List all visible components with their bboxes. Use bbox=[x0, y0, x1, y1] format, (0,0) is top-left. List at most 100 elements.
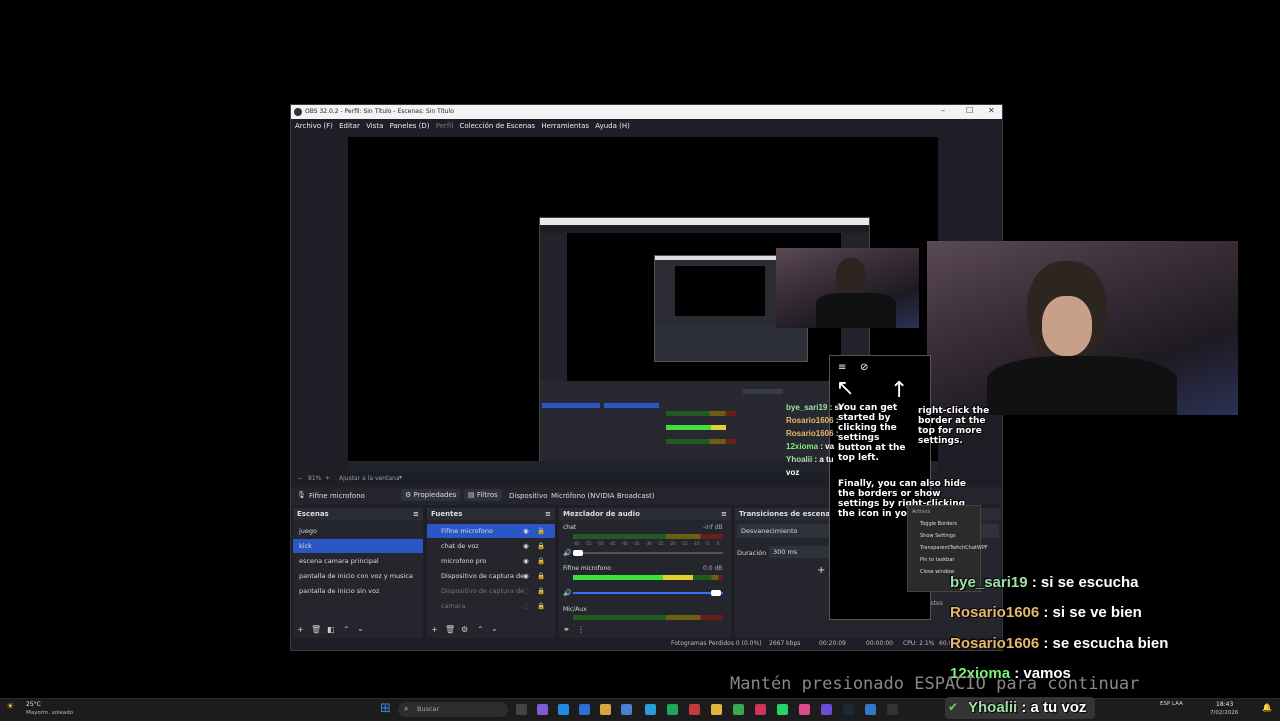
explorer-icon[interactable] bbox=[600, 704, 611, 715]
chat-msg: : si bbox=[827, 403, 842, 412]
minimize-icon[interactable]: – bbox=[941, 106, 945, 115]
scene-item[interactable]: pantalla de inicio sin voz bbox=[293, 584, 423, 598]
chat-user: Rosario1606 bbox=[786, 429, 834, 438]
chevron-up-icon[interactable]: ⌃ bbox=[477, 625, 484, 634]
steam-icon[interactable] bbox=[843, 704, 854, 715]
menu-coleccion[interactable]: Colección de Escenas bbox=[460, 122, 536, 130]
app-icon[interactable] bbox=[865, 704, 876, 715]
volume-slider[interactable] bbox=[573, 550, 723, 556]
device-select[interactable]: Micrófono (NVIDIA Broadcast) bbox=[551, 492, 655, 500]
source-item[interactable]: camara ◌ 🔒 bbox=[427, 599, 555, 613]
chevron-down-icon[interactable]: ⌄ bbox=[357, 624, 364, 633]
source-item[interactable]: Dispositivo de captura de ◉ 🔒 bbox=[427, 569, 555, 583]
ctx-pin[interactable]: Pin to taskbar bbox=[908, 554, 980, 566]
slider-handle[interactable] bbox=[573, 550, 583, 556]
trash-icon[interactable]: 🗑 bbox=[445, 625, 455, 634]
zoom-mode[interactable]: Ajustar a la ventana bbox=[339, 475, 400, 482]
lock-icon[interactable]: 🔒 bbox=[537, 557, 545, 565]
app-icon[interactable] bbox=[667, 704, 678, 715]
menu-perfil[interactable]: Perfil bbox=[436, 122, 454, 130]
source-item[interactable]: Fifine microfono ◉ 🔒 bbox=[427, 524, 555, 538]
menu-vista[interactable]: Vista bbox=[366, 122, 383, 130]
trash-icon[interactable]: 🗑 bbox=[311, 625, 321, 634]
menu-editar[interactable]: Editar bbox=[339, 122, 360, 130]
gear-icon[interactable]: ⚙ bbox=[461, 625, 468, 634]
filter-icon[interactable]: ◧ bbox=[327, 625, 335, 634]
lock-icon[interactable]: 🔒 bbox=[537, 527, 545, 535]
notification-icon[interactable]: 🔔 bbox=[1262, 703, 1272, 712]
source-item[interactable]: Dispositivo de captura de ◌ 🔒 bbox=[427, 584, 555, 598]
store-icon[interactable] bbox=[621, 704, 632, 715]
duration-input[interactable]: 300 ms bbox=[769, 546, 829, 558]
chevron-down-icon[interactable]: ⌄ bbox=[491, 624, 498, 633]
app-icon[interactable] bbox=[689, 704, 700, 715]
app-icon[interactable] bbox=[645, 704, 656, 715]
folder-icon[interactable] bbox=[711, 704, 722, 715]
person-face bbox=[1042, 296, 1092, 356]
settings-icon[interactable]: ⊘ bbox=[860, 362, 868, 373]
add-icon[interactable]: + bbox=[297, 625, 304, 634]
speaker-icon[interactable]: 🔊 bbox=[563, 549, 572, 557]
windows-start-icon[interactable]: ⊞ bbox=[380, 701, 391, 716]
clock-time[interactable]: 18:43 bbox=[1216, 701, 1233, 708]
eye-icon[interactable]: ◉ bbox=[523, 542, 529, 550]
menu-icon[interactable]: ≡ bbox=[838, 362, 846, 373]
dock-menu-icon[interactable]: ≡ bbox=[721, 510, 727, 518]
language-indicator[interactable]: ESP LAA bbox=[1160, 701, 1184, 707]
scene-item[interactable]: pantalla de inicio con voz y musica bbox=[293, 569, 423, 583]
app-icon[interactable] bbox=[821, 704, 832, 715]
link-icon[interactable]: ⚭ bbox=[563, 625, 570, 634]
ctx-toggle-borders[interactable]: Toggle Borders bbox=[908, 518, 980, 530]
zoom-out-icon[interactable]: − bbox=[297, 475, 302, 482]
app-icon[interactable] bbox=[799, 704, 810, 715]
app-icon[interactable] bbox=[755, 704, 766, 715]
volume-slider[interactable] bbox=[573, 590, 723, 596]
task-view-icon[interactable] bbox=[516, 704, 527, 715]
chrome-icon[interactable] bbox=[733, 704, 744, 715]
chat-line: bye_sari19 : si bbox=[786, 401, 846, 414]
chevron-down-icon[interactable]: ▾ bbox=[399, 474, 402, 481]
filters-button[interactable]: ▤ Filtros bbox=[464, 489, 502, 501]
lock-icon[interactable]: 🔒 bbox=[537, 587, 545, 595]
dock-menu-icon[interactable]: ≡ bbox=[413, 510, 419, 518]
source-item[interactable]: microfono pro ◉ 🔒 bbox=[427, 554, 555, 568]
maximize-icon[interactable]: ☐ bbox=[966, 106, 973, 115]
slider-handle[interactable] bbox=[711, 590, 721, 596]
whatsapp-icon[interactable] bbox=[777, 704, 788, 715]
scene-item[interactable]: kick bbox=[293, 539, 423, 553]
eye-icon[interactable]: ◉ bbox=[523, 527, 529, 535]
zoom-in-icon[interactable]: + bbox=[325, 475, 330, 482]
dock-menu-icon[interactable]: ≡ bbox=[545, 510, 551, 518]
menu-ayuda[interactable]: Ayuda (H) bbox=[595, 122, 630, 130]
scene-item[interactable]: juego bbox=[293, 524, 423, 538]
add-icon[interactable]: + bbox=[431, 625, 438, 634]
search-box[interactable]: ⌕ Buscar bbox=[398, 702, 508, 717]
menu-herramientas[interactable]: Herramientas bbox=[541, 122, 589, 130]
menu-paneles[interactable]: Paneles (D) bbox=[390, 122, 430, 130]
clock-date[interactable]: 7/02/2026 bbox=[1210, 710, 1238, 716]
scene-item[interactable]: escena camara principal bbox=[293, 554, 423, 568]
more-icon[interactable]: ⋮ bbox=[577, 625, 585, 634]
eye-icon[interactable]: ◉ bbox=[523, 557, 529, 565]
edge-icon[interactable] bbox=[558, 704, 569, 715]
eye-off-icon[interactable]: ◌ bbox=[523, 602, 529, 610]
lock-icon[interactable]: 🔒 bbox=[537, 542, 545, 550]
close-icon[interactable]: ✕ bbox=[988, 106, 995, 115]
add-icon[interactable]: + bbox=[817, 565, 825, 576]
eye-off-icon[interactable]: ◌ bbox=[523, 587, 529, 595]
lock-icon[interactable]: 🔒 bbox=[537, 602, 545, 610]
menu-archivo[interactable]: Archivo (F) bbox=[295, 122, 333, 130]
obs-icon[interactable] bbox=[887, 704, 898, 715]
eye-icon[interactable]: ◉ bbox=[523, 572, 529, 580]
copilot-icon[interactable] bbox=[537, 704, 548, 715]
lock-icon[interactable]: 🔒 bbox=[537, 572, 545, 580]
speaker-icon[interactable]: 🔊 bbox=[563, 589, 572, 597]
source-item[interactable]: chat de voz ◉ 🔒 bbox=[427, 539, 555, 553]
chat-line: Rosario1606 : bbox=[786, 414, 846, 427]
ctx-show-settings[interactable]: Show Settings bbox=[908, 530, 980, 542]
chevron-up-icon[interactable]: ⌃ bbox=[343, 625, 350, 634]
title-bar[interactable]: OBS 32.0.2 - Perfil: Sin Título - Escena… bbox=[291, 105, 1002, 119]
properties-button[interactable]: ⚙ Propiedades bbox=[401, 489, 461, 501]
outlook-icon[interactable] bbox=[579, 704, 590, 715]
ctx-app-name[interactable]: TransparentTwitchChatWPF bbox=[908, 542, 988, 554]
